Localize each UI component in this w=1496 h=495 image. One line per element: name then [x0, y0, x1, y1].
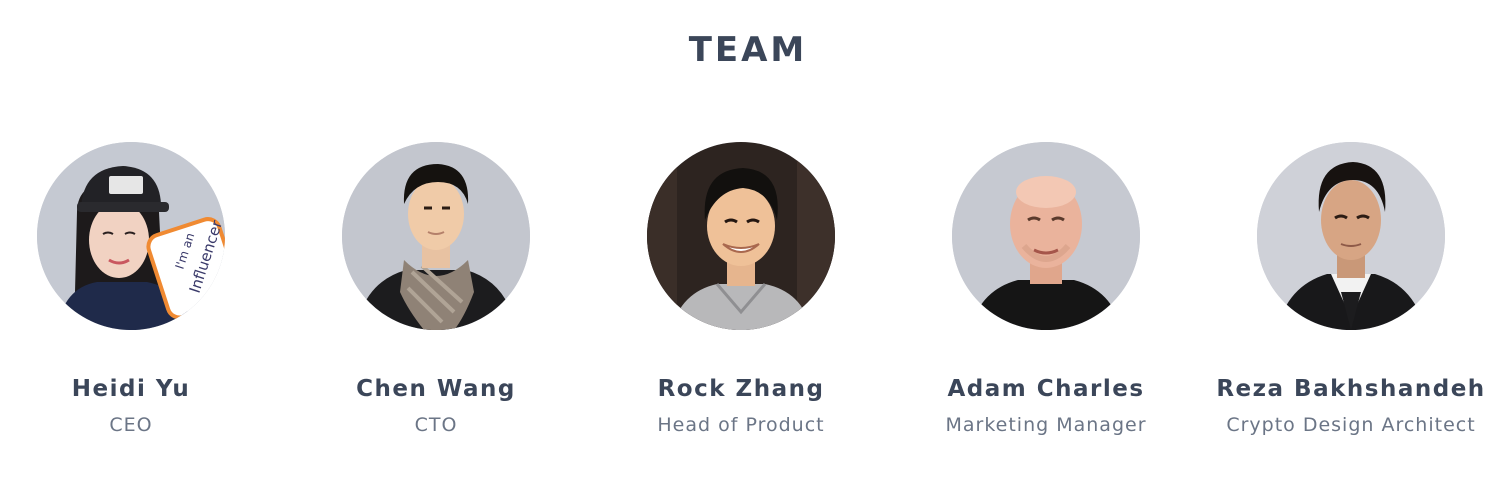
- member-name: Chen Wang: [356, 376, 516, 402]
- member-name: Adam Charles: [947, 376, 1145, 402]
- member-name: Heidi Yu: [71, 376, 191, 402]
- portrait-image: [1257, 142, 1445, 330]
- avatar: I'm an Influencer: [37, 142, 225, 330]
- member-role: Marketing Manager: [945, 414, 1147, 436]
- member-role: CEO: [109, 414, 153, 436]
- member-role: Head of Product: [657, 414, 825, 436]
- member-role: Crypto Design Architect: [1226, 414, 1476, 436]
- team-section-title: TEAM: [688, 30, 808, 70]
- avatar: [647, 142, 835, 330]
- member-role: CTO: [414, 414, 458, 436]
- portrait-image: I'm an Influencer: [37, 142, 225, 330]
- team-member-reza-bakhshandeh: Reza Bakhshandeh Crypto Design Architect: [1201, 142, 1496, 436]
- team-member-adam-charles: Adam Charles Marketing Manager: [896, 142, 1196, 436]
- member-name: Rock Zhang: [657, 376, 825, 402]
- avatar: [952, 142, 1140, 330]
- portrait-image: [952, 142, 1140, 330]
- member-name: Reza Bakhshandeh: [1216, 376, 1486, 402]
- team-member-rock-zhang: Rock Zhang Head of Product: [591, 142, 891, 436]
- avatar: [1257, 142, 1445, 330]
- avatar: [342, 142, 530, 330]
- portrait-image: [647, 142, 835, 330]
- portrait-image: [342, 142, 530, 330]
- team-member-chen-wang: Chen Wang CTO: [286, 142, 586, 436]
- team-member-heidi-yu: I'm an Influencer Heidi Yu CEO: [0, 142, 281, 436]
